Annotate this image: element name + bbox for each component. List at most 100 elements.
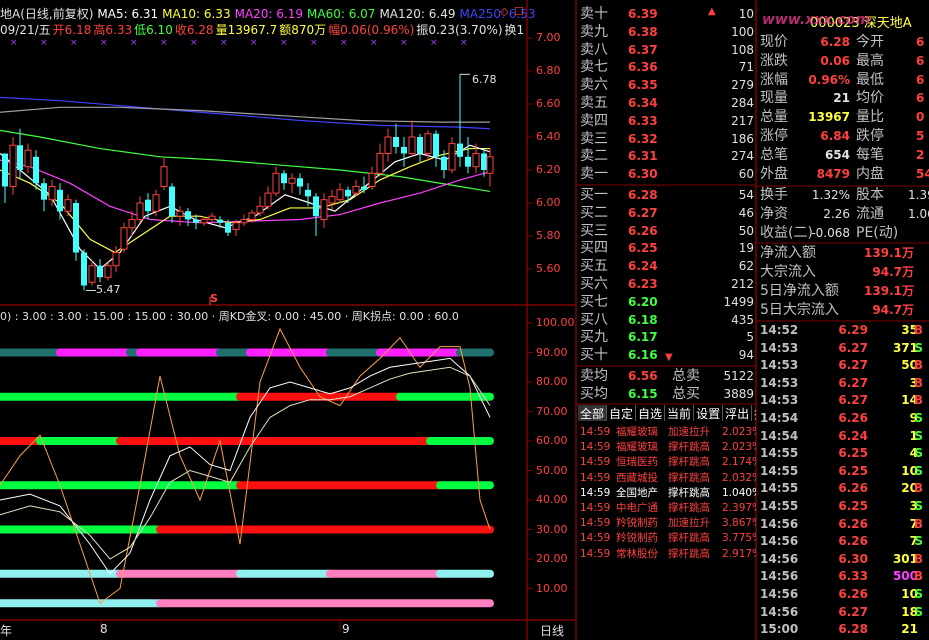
tick-row: 14:52 6.29 35 B	[758, 322, 929, 340]
ma120-line	[0, 106, 490, 123]
volume-label: 量13967.7	[215, 23, 278, 37]
quote-value-2: 0	[916, 110, 925, 125]
candle-body-up	[200, 219, 208, 224]
candle-body-down	[361, 186, 367, 190]
bid-row[interactable]: 买九 6.17 5	[578, 329, 756, 347]
order-book-down-arrow-icon[interactable]: ▼	[665, 352, 673, 363]
tick-time: 14:52	[760, 323, 799, 337]
change-label: 幅0.06(0.96%)	[328, 23, 415, 37]
quote-key: 现量	[760, 90, 788, 107]
signal-row[interactable]: 14:59 中电广通撑杆跳高 2.397%	[580, 501, 756, 516]
tab-1[interactable]: 自定	[607, 405, 637, 421]
tab-4[interactable]: 设置	[694, 405, 724, 421]
signal-row[interactable]: 14:59 全国地产撑杆跳高 1.040%	[580, 486, 756, 501]
ask-row[interactable]: 卖六 6.35 279	[578, 77, 756, 95]
tab-5[interactable]: 浮出	[723, 405, 753, 421]
candle-body-up	[264, 192, 272, 207]
signal-row[interactable]: 14:59 福耀玻璃撑杆跳高 2.023%	[580, 440, 756, 455]
bid-row[interactable]: 买三 6.26 50	[578, 223, 756, 241]
signal-stock: 中电广通	[616, 502, 658, 514]
indicator-tick-label: 90.00	[536, 345, 568, 359]
ask-row[interactable]: 卖三 6.32 186	[578, 131, 756, 149]
signal-time: 14:59	[580, 547, 611, 560]
tick-time: 14:54	[760, 428, 799, 443]
ask-volume: 284	[731, 96, 754, 110]
ask-row[interactable]: 卖四 6.33 217	[578, 113, 756, 131]
signal-row[interactable]: 14:59 恒瑞医药撑杆跳高 2.174%	[580, 455, 756, 470]
quote2-key-2: 股本	[856, 187, 884, 203]
tick-volume: 4	[909, 446, 918, 461]
candle-body-down	[73, 203, 79, 253]
order-book-up-arrow-icon[interactable]: ▲	[708, 6, 716, 17]
signal-row[interactable]: 14:59 常林股份撑杆跳高 2.917%	[580, 547, 756, 562]
ask-price: 6.33	[628, 113, 658, 128]
ask-row[interactable]: 卖一 6.30 60	[578, 166, 756, 184]
bid-row[interactable]: 买七 6.20 1499	[578, 294, 756, 312]
bid-volume: 94	[738, 348, 754, 363]
price-tick-label: 5.80	[536, 229, 561, 242]
tab-3[interactable]: 当前	[665, 405, 695, 421]
candle-body-up	[112, 252, 120, 267]
tick-price: 6.27	[838, 358, 868, 373]
tick-row: 14:55 6.25 3 S	[758, 498, 929, 516]
candle-body-up	[48, 186, 56, 201]
bid-row[interactable]: 买六 6.23 212	[578, 276, 756, 294]
tick-volume: 3	[909, 499, 918, 513]
chart-menu-icon[interactable]: ◇	[500, 5, 508, 18]
signal-row[interactable]: 14:59 羚锐制药撑杆跳高 3.775%	[580, 531, 756, 546]
tick-price: 6.26	[838, 481, 868, 496]
chart-close-icon[interactable]: ☐	[514, 5, 524, 18]
signal-value: 2.023%	[722, 441, 756, 454]
avg-ask-row: 卖均 6.56 总卖 5122	[580, 368, 754, 384]
bid-row[interactable]: 买二 6.27 46	[578, 205, 756, 223]
tick-time: 14:55	[760, 446, 799, 461]
period-label[interactable]: 日线	[540, 622, 564, 639]
close-label: 收6.28	[174, 23, 214, 37]
bid-row[interactable]: 买四 6.25 19	[578, 240, 756, 258]
quote-key-2: 每笔	[856, 146, 884, 163]
marker-x: ×	[280, 38, 288, 48]
signal-time: 14:59	[580, 502, 611, 514]
tick-row: 14:56 6.26 7 B	[758, 516, 929, 534]
tab-2[interactable]: 自选	[636, 405, 666, 421]
bid-row[interactable]: 买五 6.24 62	[578, 258, 756, 276]
signal-time: 14:59	[580, 471, 611, 484]
quote-row: 总量 13967 量比 0	[758, 109, 929, 127]
candle-body-up	[256, 205, 264, 214]
ask-price: 6.38	[628, 24, 658, 39]
signal-row[interactable]: 14:59 羚锐制药加速拉升 3.867%	[580, 516, 756, 531]
tick-side: B	[913, 569, 923, 584]
signal-s-mark: S	[210, 292, 218, 305]
candle-body-up	[152, 194, 160, 212]
ask-row[interactable]: 卖五 6.34 284	[578, 95, 756, 113]
signal-row[interactable]: 14:59 西藏城投撑杆跳高 2.032%	[580, 471, 756, 486]
candle-body-up	[104, 265, 112, 278]
tab-6[interactable]: 执	[752, 405, 756, 421]
marker-x: ×	[70, 38, 78, 48]
tick-row: 14:55 6.26 20 B	[758, 480, 929, 498]
ask-row[interactable]: 卖八 6.37 108	[578, 42, 756, 60]
quote-value: 13967	[808, 110, 850, 125]
quote-key-2: 量比	[856, 109, 884, 126]
bid-label: 买一	[580, 187, 608, 203]
signal-row[interactable]: 14:59 福耀玻璃加速拉升 2.023%	[580, 425, 756, 440]
ask-label: 卖三	[580, 130, 608, 147]
candle-body-up	[448, 143, 456, 171]
candle-body-up	[240, 219, 248, 224]
quote-value-2: 2	[916, 147, 925, 162]
quote-key: 涨跌	[760, 52, 788, 69]
ask-row[interactable]: 卖十 6.39 10	[578, 6, 756, 24]
tick-volume: 35	[901, 323, 918, 337]
tick-price: 6.27	[838, 604, 868, 619]
signal-stock: 常林股份	[616, 547, 658, 560]
quote-value-2: 6	[916, 72, 925, 87]
ask-row[interactable]: 卖二 6.31 274	[578, 148, 756, 166]
ma-header: 地A(日线,前复权) MA5: 6.31 MA10: 6.33 MA20: 6.19 M…	[0, 5, 540, 21]
marker-x: ×	[250, 38, 258, 48]
bid-row[interactable]: 买一 6.28 54	[578, 187, 756, 205]
tab-0[interactable]: 全部	[578, 405, 608, 421]
ask-row[interactable]: 卖九 6.38 100	[578, 24, 756, 42]
ask-row[interactable]: 卖七 6.36 71	[578, 59, 756, 77]
signal-type: 加速拉升	[668, 517, 710, 530]
bid-row[interactable]: 买八 6.18 435	[578, 312, 756, 330]
